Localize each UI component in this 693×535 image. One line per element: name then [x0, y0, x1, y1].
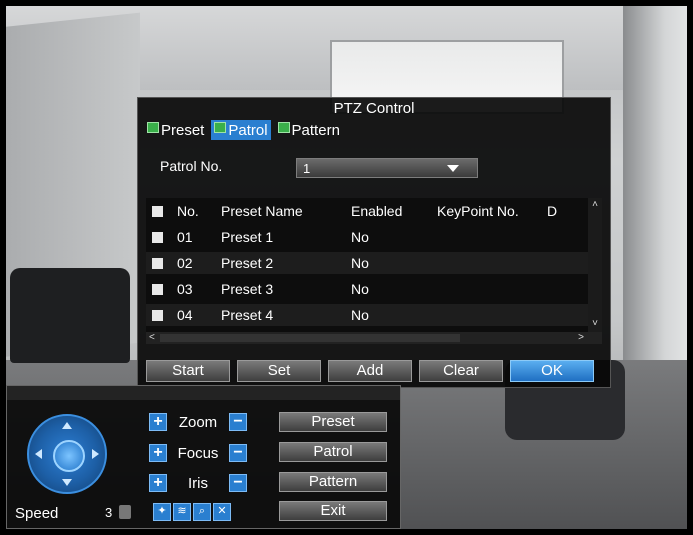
column-header: D: [547, 203, 558, 219]
table-row[interactable]: 02 Preset 2 No: [146, 252, 588, 274]
row-checkbox[interactable]: [152, 257, 163, 269]
tab-label: Patrol: [228, 121, 268, 139]
column-header: Enabled: [351, 203, 403, 219]
zoom-label: Zoom: [178, 413, 218, 431]
arrow-right-icon[interactable]: [92, 449, 99, 459]
preset-button[interactable]: Preset: [279, 412, 387, 432]
wiper-icon[interactable]: ≋: [173, 503, 191, 521]
dialog-buttons: Start Set Add Clear OK: [146, 360, 606, 382]
chevron-left-icon[interactable]: <: [149, 332, 155, 344]
cell-preset-name: Preset 4: [221, 307, 274, 323]
vertical-scrollbar[interactable]: ˄ ˅: [588, 198, 602, 332]
table-row[interactable]: 03 Preset 3 No: [146, 278, 588, 300]
start-button[interactable]: Start: [146, 360, 230, 382]
focus-near-button[interactable]: +: [149, 444, 167, 462]
cell-enabled: No: [351, 255, 369, 271]
chevron-up-icon[interactable]: ˄: [590, 200, 600, 210]
tab-icon: [214, 121, 227, 133]
tab-bar: Preset Patrol Pattern: [144, 120, 343, 140]
iris-close-button[interactable]: −: [229, 474, 247, 492]
tab-label: Preset: [161, 121, 205, 139]
cell-no: 03: [177, 281, 193, 297]
select-all-checkbox[interactable]: [152, 205, 163, 217]
chevron-down-icon: [447, 165, 459, 172]
column-header: KeyPoint No.: [437, 203, 519, 219]
speed-spinner-icon[interactable]: [119, 505, 131, 519]
tab-label: Pattern: [291, 121, 340, 139]
iris-open-button[interactable]: +: [149, 474, 167, 492]
arrow-down-icon[interactable]: [62, 479, 72, 486]
tab-patrol[interactable]: Patrol: [211, 120, 271, 140]
patrol-no-label: Patrol No.: [160, 158, 223, 174]
cell-preset-name: Preset 3: [221, 281, 274, 297]
tab-preset[interactable]: Preset: [144, 120, 207, 140]
cell-enabled: No: [351, 307, 369, 323]
cell-no: 01: [177, 229, 193, 245]
add-button[interactable]: Add: [328, 360, 412, 382]
table-row[interactable]: 01 Preset 1 No: [146, 226, 588, 248]
table-header: No. Preset Name Enabled KeyPoint No. D: [146, 200, 588, 222]
cell-enabled: No: [351, 281, 369, 297]
iris-label: Iris: [188, 474, 208, 492]
cell-enabled: No: [351, 229, 369, 245]
zoom-in-button[interactable]: +: [149, 413, 167, 431]
row-checkbox[interactable]: [152, 309, 163, 321]
center-icon[interactable]: ✕: [213, 503, 231, 521]
set-button[interactable]: Set: [237, 360, 321, 382]
column-header: Preset Name: [221, 203, 303, 219]
patrol-no-select[interactable]: 1: [296, 158, 478, 178]
patrol-button[interactable]: Patrol: [279, 442, 387, 462]
focus-label: Focus: [177, 444, 219, 462]
ok-button[interactable]: OK: [510, 360, 594, 382]
cell-preset-name: Preset 1: [221, 229, 274, 245]
tab-pattern[interactable]: Pattern: [275, 120, 343, 140]
cell-preset-name: Preset 2: [221, 255, 274, 271]
table-row[interactable]: 04 Preset 4 No: [146, 304, 588, 326]
auto-scan-icon[interactable]: [53, 440, 85, 472]
sofa: [10, 268, 130, 363]
chevron-down-icon[interactable]: ˅: [590, 319, 600, 329]
panel-top-bar[interactable]: [7, 386, 400, 400]
iris-control: + Iris −: [149, 473, 247, 493]
zoom-area-icon[interactable]: ⌕: [193, 503, 211, 521]
light-icon[interactable]: ✦: [153, 503, 171, 521]
focus-control: + Focus −: [149, 443, 247, 463]
clear-button[interactable]: Clear: [419, 360, 503, 382]
speed-label: Speed: [15, 505, 59, 522]
chevron-right-icon[interactable]: >: [578, 332, 584, 344]
direction-pad[interactable]: [27, 414, 107, 494]
row-checkbox[interactable]: [152, 283, 163, 295]
tab-icon: [277, 121, 290, 133]
zoom-control: + Zoom −: [149, 412, 247, 432]
exit-button[interactable]: Exit: [279, 501, 387, 521]
cell-no: 04: [177, 307, 193, 323]
zoom-out-button[interactable]: −: [229, 413, 247, 431]
horizontal-scrollbar[interactable]: < >: [146, 332, 602, 344]
patrol-no-value: 1: [303, 161, 311, 176]
ptz-control-dialog: PTZ Control Preset Patrol Pattern Patrol…: [137, 97, 611, 388]
scroll-thumb[interactable]: [160, 334, 460, 342]
cell-no: 02: [177, 255, 193, 271]
dialog-title: PTZ Control: [333, 100, 415, 117]
patrol-table: No. Preset Name Enabled KeyPoint No. D 0…: [146, 198, 602, 344]
pattern-button[interactable]: Pattern: [279, 472, 387, 492]
speed-value[interactable]: 3: [105, 505, 112, 520]
arrow-left-icon[interactable]: [35, 449, 42, 459]
focus-far-button[interactable]: −: [229, 444, 247, 462]
column-header: No.: [177, 203, 199, 219]
ptz-control-panel: + Zoom − + Focus − + Iris − Preset Patro…: [6, 385, 401, 529]
tab-icon: [147, 121, 159, 133]
row-checkbox[interactable]: [152, 231, 163, 243]
arrow-up-icon[interactable]: [62, 422, 72, 429]
